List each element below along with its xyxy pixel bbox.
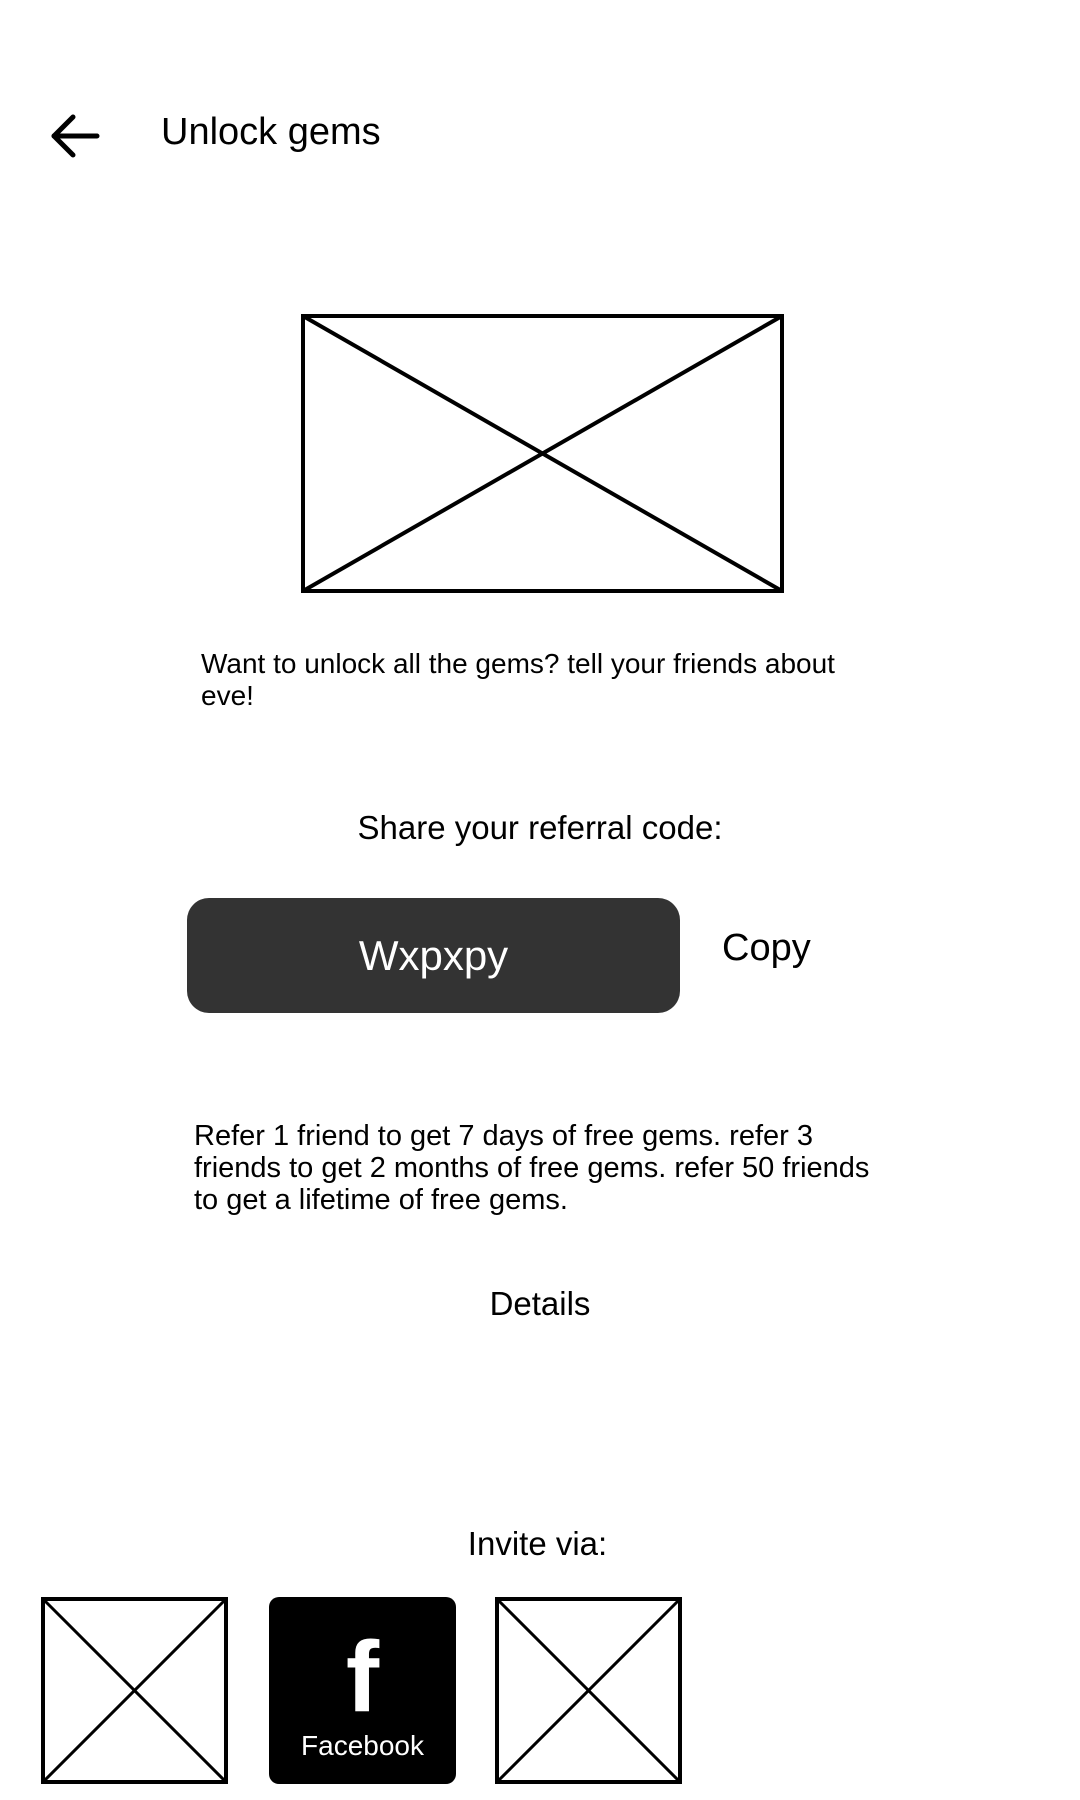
facebook-icon: f xyxy=(345,1621,380,1733)
copy-button[interactable]: Copy xyxy=(722,926,811,970)
hero-image-placeholder xyxy=(301,314,784,593)
invite-option-3[interactable] xyxy=(495,1597,682,1784)
details-link[interactable]: Details xyxy=(0,1284,1080,1324)
invite-option-1[interactable] xyxy=(41,1597,228,1784)
referral-code-field[interactable]: Wxpxpy xyxy=(187,898,680,1013)
intro-text: Want to unlock all the gems? tell your f… xyxy=(201,648,835,711)
facebook-share-button[interactable]: f Facebook xyxy=(269,1597,456,1784)
referral-code-value: Wxpxpy xyxy=(358,931,509,979)
page-title: Unlock gems xyxy=(161,111,381,153)
referral-label: Share your referral code: xyxy=(357,809,723,846)
arrow-left-icon xyxy=(51,114,100,158)
invite-label: Invite via: xyxy=(467,1525,608,1562)
back-button[interactable] xyxy=(40,100,110,170)
reward-description: Refer 1 friend to get 7 days of free gem… xyxy=(194,1120,870,1216)
facebook-label: Facebook xyxy=(301,1730,424,1761)
